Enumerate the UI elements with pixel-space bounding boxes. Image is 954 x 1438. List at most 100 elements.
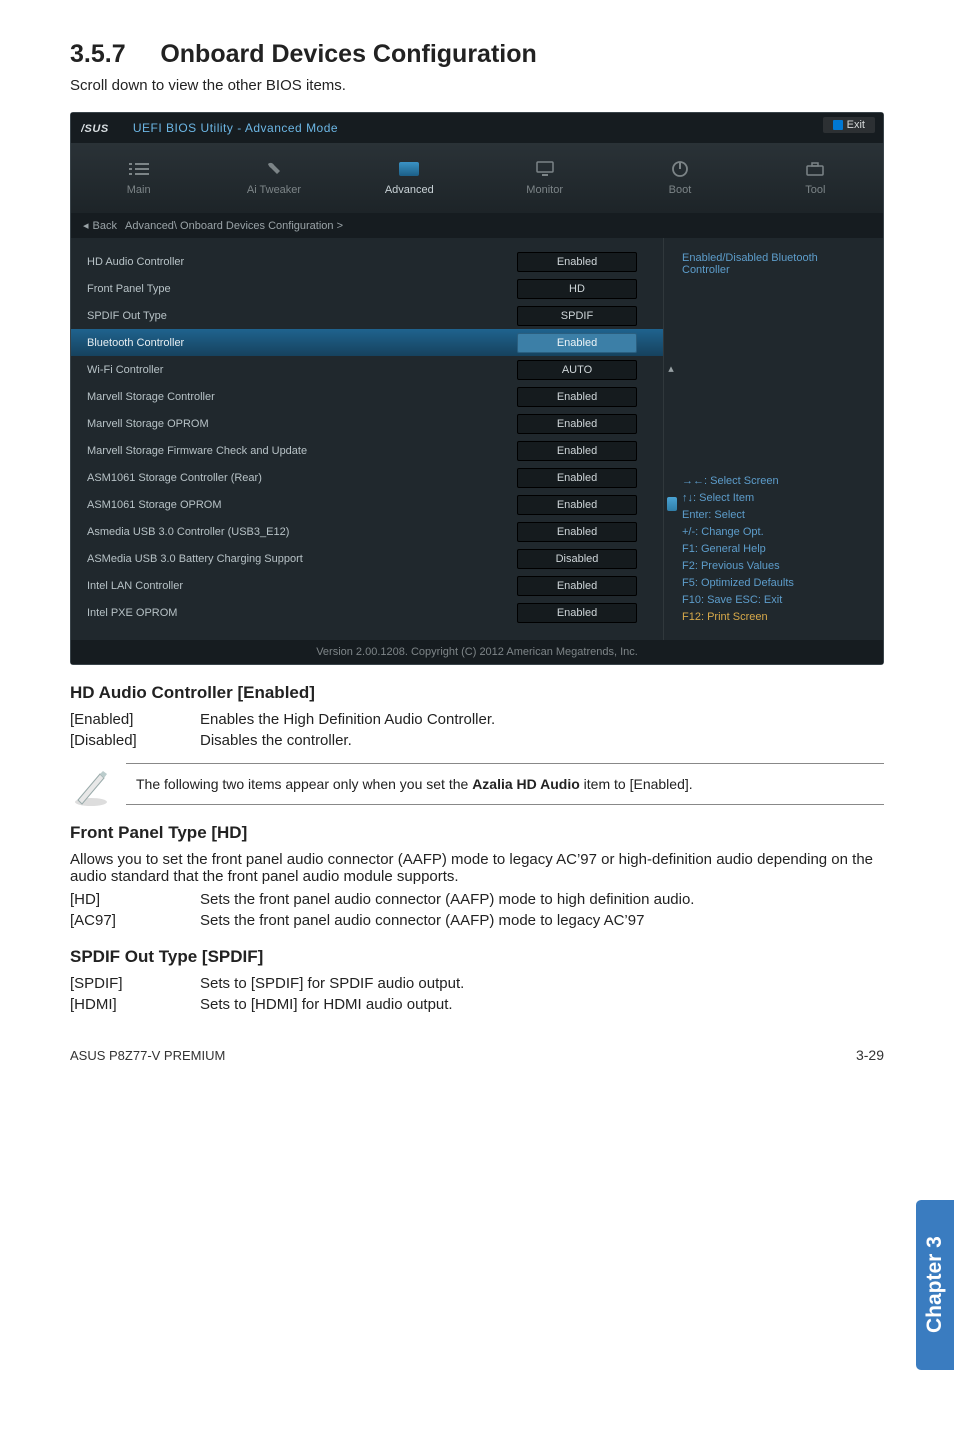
option-desc: Sets the front panel audio connector (AA… <box>200 912 644 929</box>
tab-tool[interactable]: Tool <box>748 160 883 196</box>
spdif-heading: SPDIF Out Type [SPDIF] <box>70 947 884 967</box>
tab-main[interactable]: Main <box>71 160 206 196</box>
section-title: Onboard Devices Configuration <box>160 40 536 68</box>
row-asm1061-storage-oprom[interactable]: ASM1061 Storage OPROM Enabled <box>71 491 663 518</box>
option-key: [HDMI] <box>70 996 200 1013</box>
row-spdif-out-type[interactable]: SPDIF Out Type SPDIF <box>71 302 663 329</box>
value[interactable]: Disabled <box>517 549 637 569</box>
cap: ASM1061 Storage OPROM <box>87 499 507 511</box>
value[interactable]: Enabled <box>517 468 637 488</box>
tab-boot[interactable]: Boot <box>612 160 747 196</box>
section-subtitle: Scroll down to view the other BIOS items… <box>70 77 884 94</box>
cap: Asmedia USB 3.0 Controller (USB3_E12) <box>87 526 507 538</box>
nav-hints: →←: Select Screen ↑↓: Select Item Enter:… <box>682 473 865 626</box>
row-asmedia-usb3-battery[interactable]: ASMedia USB 3.0 Battery Charging Support… <box>71 545 663 572</box>
cap: Front Panel Type <box>87 283 507 295</box>
cap: SPDIF Out Type <box>87 310 507 322</box>
tab-ai-label: Ai Tweaker <box>247 184 301 196</box>
bios-logo: /SUS UEFI BIOS Utility - Advanced Mode <box>71 121 338 135</box>
tab-tool-label: Tool <box>805 184 825 196</box>
cap: ASMedia USB 3.0 Battery Charging Support <box>87 553 507 565</box>
value[interactable]: Enabled <box>517 441 637 461</box>
note-text-post: item to [Enabled]. <box>580 776 693 792</box>
hint: +/-: Change Opt. <box>682 524 865 541</box>
row-asmedia-usb3-controller[interactable]: Asmedia USB 3.0 Controller (USB3_E12) Ena… <box>71 518 663 545</box>
value[interactable]: Enabled <box>517 387 637 407</box>
row-wifi-controller[interactable]: Wi-Fi ControllerAUTO ▴ <box>71 356 663 383</box>
section-number: 3.5.7 <box>70 40 126 68</box>
option-key: [HD] <box>70 891 200 908</box>
row-asm1061-storage-controller[interactable]: ASM1061 Storage Controller (Rear) Enabled <box>71 464 663 491</box>
tab-monitor[interactable]: Monitor <box>477 160 612 196</box>
option-row: [Enabled]Enables the High Definition Aud… <box>70 711 884 728</box>
bios-title-bar: /SUS UEFI BIOS Utility - Advanced Mode E… <box>71 113 883 143</box>
hint: F2: Previous Values <box>682 558 865 575</box>
cap: Intel PXE OPROM <box>87 607 507 619</box>
row-hd-audio-controller[interactable]: HD Audio Controller Enabled <box>71 248 663 275</box>
tab-mon-label: Monitor <box>526 184 563 196</box>
help-panel: Enabled/Disabled Bluetooth Controller →←… <box>663 238 883 640</box>
page-footer: ASUS P8Z77-V PREMIUM 3-29 <box>0 1047 954 1093</box>
wrench-icon <box>263 160 285 178</box>
option-desc: Sets the front panel audio connector (AA… <box>200 891 694 908</box>
footer-left: ASUS P8Z77-V PREMIUM <box>70 1048 225 1063</box>
value[interactable]: SPDIF <box>517 306 637 326</box>
row-marvell-storage-controller[interactable]: Marvell Storage Controller Enabled <box>71 383 663 410</box>
value[interactable]: Enabled <box>517 603 637 623</box>
row-marvell-storage-fw[interactable]: Marvell Storage Firmware Check and Updat… <box>71 437 663 464</box>
scrollbar-thumb[interactable] <box>667 497 677 511</box>
cap: Bluetooth Controller <box>87 337 507 349</box>
power-icon <box>669 160 691 178</box>
option-row: [AC97]Sets the front panel audio connect… <box>70 912 884 929</box>
row-intel-pxe-oprom[interactable]: Intel PXE OPROM Enabled <box>71 599 663 626</box>
value[interactable]: Enabled <box>517 495 637 515</box>
exit-button[interactable]: Exit <box>823 117 875 133</box>
row-bluetooth-controller[interactable]: Bluetooth Controller Enabled <box>71 329 663 356</box>
pen-note-icon <box>70 766 112 808</box>
chip-icon <box>398 160 420 178</box>
fpt-desc: Allows you to set the front panel audio … <box>70 851 884 885</box>
note-text-bold: Azalia HD Audio <box>472 776 580 792</box>
fpt-heading: Front Panel Type [HD] <box>70 823 884 843</box>
value[interactable]: Enabled <box>517 414 637 434</box>
value[interactable]: AUTO <box>517 360 637 380</box>
breadcrumb: ◂ Back Advanced\ Onboard Devices Configu… <box>71 213 883 238</box>
option-desc: Sets to [SPDIF] for SPDIF audio output. <box>200 975 464 992</box>
settings-list: HD Audio Controller Enabled Front Panel T… <box>71 238 663 640</box>
scroll-up-arrow-icon[interactable]: ▴ <box>665 362 677 374</box>
section-heading: 3.5.7 Onboard Devices Configuration <box>70 40 884 69</box>
hint: F10: Save ESC: Exit <box>682 592 865 609</box>
note-text-pre: The following two items appear only when… <box>136 776 472 792</box>
tab-boot-label: Boot <box>669 184 692 196</box>
row-marvell-storage-oprom[interactable]: Marvell Storage OPROMEnabled <box>71 410 663 437</box>
tab-ai-tweaker[interactable]: Ai Tweaker <box>206 160 341 196</box>
cap: HD Audio Controller <box>87 256 507 268</box>
cap: Marvell Storage Controller <box>87 391 507 403</box>
hint: ↑↓: Select Item <box>682 490 865 507</box>
option-desc: Sets to [HDMI] for HDMI audio output. <box>200 996 453 1013</box>
row-intel-lan-controller[interactable]: Intel LAN Controller Enabled <box>71 572 663 599</box>
tab-adv-label: Advanced <box>385 184 434 196</box>
bios-window: /SUS UEFI BIOS Utility - Advanced Mode E… <box>70 112 884 665</box>
hint-print: F12: Print Screen <box>682 609 865 626</box>
toolbox-icon <box>804 160 826 178</box>
row-front-panel-type[interactable]: Front Panel Type HD <box>71 275 663 302</box>
value[interactable]: Enabled <box>517 252 637 272</box>
cap: Intel LAN Controller <box>87 580 507 592</box>
tab-advanced[interactable]: Advanced <box>342 160 477 196</box>
back-button[interactable]: ◂ Back <box>83 219 117 232</box>
option-desc: Enables the High Definition Audio Contro… <box>200 711 495 728</box>
cap: Marvell Storage Firmware Check and Updat… <box>87 445 507 457</box>
option-row: [Disabled]Disables the controller. <box>70 732 884 749</box>
tab-main-label: Main <box>127 184 151 196</box>
value[interactable]: Enabled <box>517 576 637 596</box>
breadcrumb-path: Advanced\ Onboard Devices Configuration … <box>125 220 343 232</box>
note-box: The following two items appear only when… <box>126 763 884 805</box>
cap: ASM1061 Storage Controller (Rear) <box>87 472 507 484</box>
hint: F1: General Help <box>682 541 865 558</box>
value[interactable]: HD <box>517 279 637 299</box>
value[interactable]: Enabled <box>517 333 637 353</box>
back-label: Back <box>93 220 117 232</box>
hint: F5: Optimized Defaults <box>682 575 865 592</box>
value[interactable]: Enabled <box>517 522 637 542</box>
